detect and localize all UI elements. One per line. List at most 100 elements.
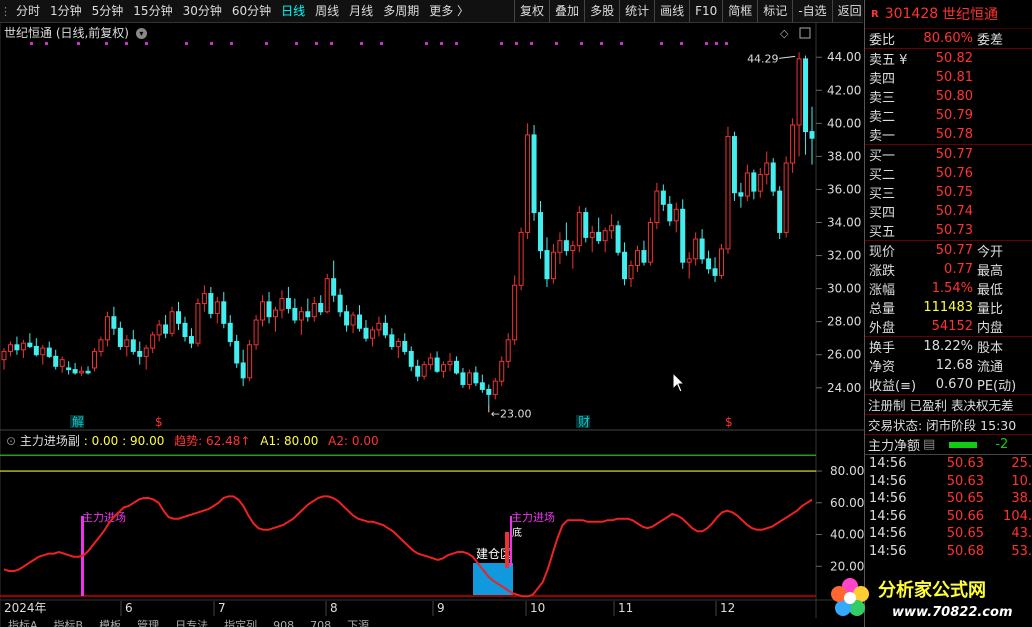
candle-body [550,251,556,280]
candle-body [654,190,660,224]
stat-value: 0.670 [935,377,973,392]
candle-body [428,357,434,366]
buy-row: 买二 50.76 [865,164,1032,183]
bottom-tab[interactable]: 指标A [8,619,38,627]
candle-body [72,369,78,374]
candle-body [331,278,337,296]
candle-body [492,380,498,395]
candle-body [324,278,330,313]
sell-row: 卖三 50.80 [865,87,1032,106]
y-tick-label: 42.00 [827,83,861,97]
x-axis-label: 6 [125,601,133,615]
indicator-name[interactable]: 主力进场副 [20,434,80,448]
stat-row: 涨幅 1.54% 最低 [865,279,1032,298]
x-axis-label: 2024年 [4,601,47,615]
bottom-tab[interactable]: 708 [310,619,331,627]
x-axis-label: 7 [218,601,226,615]
tick-price: 50.65 [946,491,984,507]
stat-label: 现价 [869,245,896,260]
signal-dot [725,42,728,45]
stat-extra-label: 股本 [977,341,1004,356]
candle-body [298,311,304,321]
buy-label: 买三 [869,187,896,202]
signal-dot [105,42,108,45]
sell-label: 卖五 ¥ [869,53,908,68]
candle-body [719,248,725,276]
y-tick-label: 30.00 [827,282,861,296]
tick-row: 14:56 50.65 43. [865,525,1032,543]
sell-book: 卖五 ¥ 50.82 卖四 50.81 卖三 50.80 卖二 50.79 卖一 50.78 [865,49,1032,145]
tick-volume: 25. [1011,456,1032,472]
candle-body [214,301,220,314]
candle-body [46,347,52,357]
candle-body [712,268,718,276]
signal-dot [360,42,363,45]
bottom-tab[interactable]: 管理 [137,619,159,627]
signal-dot [620,42,623,45]
candle-body [363,327,369,339]
signal-dot [295,42,298,45]
candle-body [602,230,608,242]
kline-chart[interactable]: 44.00 42.00 40.00 38.00 36.00 34.00 32.00 30.00… [0,0,864,627]
y-tick-label: 28.00 [827,315,861,329]
buy-price: 50.76 [935,166,973,181]
tick-time: 14:56 [869,491,907,507]
bottom-label: 底 [512,526,522,539]
candle-body [402,341,408,352]
candle-body [447,360,453,366]
candle-body [770,162,776,192]
candle-body [33,345,39,356]
buy-row: 买三 50.75 [865,183,1032,202]
stat-label: 涨跌 [869,264,896,279]
stat-row: 外盘 54152 内盘 [865,317,1032,336]
candle-body [143,347,149,357]
bottom-tab[interactable]: 908 [273,619,294,627]
candle-body [557,240,563,253]
x-axis-label: 11 [618,601,633,615]
candle-body [460,372,466,385]
event-marker: $ [155,415,163,429]
bottom-tab[interactable]: 下源 [347,619,369,627]
candle-body [809,131,815,139]
candle-body [221,301,227,324]
sell-price: 50.82 [935,51,973,66]
candle-body [699,238,705,260]
candle-body [369,329,375,339]
candle-body [79,370,85,374]
candle-body [285,298,291,309]
candle-body [466,372,472,385]
collapse-icon[interactable]: ⊙ [6,434,16,448]
low-label: ←23.00 [491,407,532,420]
candle-body [615,225,621,253]
candle-body [434,357,440,372]
signal-dot [600,42,603,45]
bottom-tab[interactable]: 模板 [99,619,121,627]
sell-label: 卖一 [869,129,896,144]
stat-row: 换手 18.22% 股本 [865,337,1032,356]
signal-dot [660,42,663,45]
list-icon[interactable]: ▤ [923,437,935,452]
candle-body [279,298,285,311]
candle-body [176,311,182,324]
stat-label: 净资 [869,360,896,375]
sell-label: 卖二 [869,110,896,125]
indicator-a1: A1: 80.00 [260,434,319,448]
candle-body [111,316,117,329]
bottom-tab[interactable]: 指定列 [224,619,257,627]
stats-block-2: 换手 18.22% 股本 净资 12.68 流通 收益(≡) 0.670 PE(动) [865,337,1032,395]
stat-extra-label: 今开 [977,245,1004,260]
tick-price: 50.68 [946,543,984,559]
buy-price: 50.73 [935,223,973,238]
sell-price: 50.78 [935,127,973,142]
bottom-tab[interactable]: 指标B [54,619,84,627]
bottom-tab[interactable]: 日专法 [175,619,208,627]
stat-label: 收益(≡) [869,379,917,394]
candle-body [188,336,194,344]
tick-list: 14:56 50.63 25. 14:56 50.63 10. 14:56 50.65 38. 1… [865,455,1032,560]
candle-body [272,309,278,318]
sell-row: 卖四 50.81 [865,68,1032,87]
candle-body [208,293,214,314]
signal-dot [77,42,80,45]
quote-panel: R 301428 世纪恒通 委比 80.60% 委差 卖五 ¥ 50.82 卖四 50… [864,0,1032,627]
candle-body [137,350,143,357]
